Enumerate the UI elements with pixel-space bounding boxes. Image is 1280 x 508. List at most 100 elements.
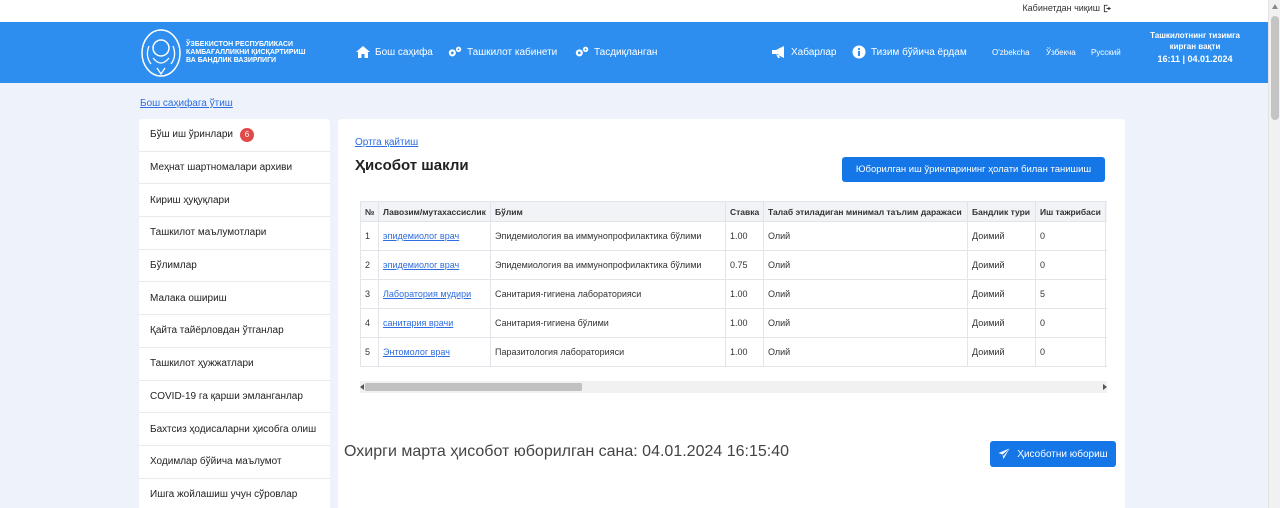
review-status-button[interactable]: Юборилган иш ўринларининг ҳолати билан т… xyxy=(842,157,1105,182)
cell-experience: 0 xyxy=(1035,308,1106,338)
sidebar-item-label: COVID-19 га қарши эмланганлар xyxy=(150,390,303,402)
logout-icon xyxy=(1103,4,1112,12)
send-report-button[interactable]: Ҳисоботни юбориш xyxy=(990,441,1116,467)
sidebar-item-org-info[interactable]: Ташкилот маълумотлари xyxy=(139,217,330,250)
nav-help[interactable]: Тизим бўйича ёрдам xyxy=(851,45,967,59)
vacancies-table-container: № Лавозим/мутахассислик Бўлим Ставка Тал… xyxy=(360,201,1107,371)
sidebar-item-departments[interactable]: Бўлимлар xyxy=(139,250,330,283)
col-header-education: Талаб этиладиган минимал таълим даражаси xyxy=(763,201,968,222)
table-row: 2 эпидемиолог врач Эпидемиология ва имму… xyxy=(360,250,1107,280)
back-link[interactable]: Ортга қайтиш xyxy=(355,137,418,148)
lang-russian[interactable]: Русский xyxy=(1091,48,1121,57)
sidebar-item-qualification[interactable]: Малака ошириш xyxy=(139,282,330,316)
sidebar-item-label: Кириш ҳуқуқлари xyxy=(150,194,230,206)
sidebar-item-label: Бўлимлар xyxy=(150,260,197,272)
vacancies-table: № Лавозим/мутахассислик Бўлим Ставка Тал… xyxy=(360,201,1107,367)
cell-employment-type: Доимий xyxy=(967,308,1036,338)
sidebar-item-contracts-archive[interactable]: Меҳнат шартномалари архиви xyxy=(139,152,330,185)
nav-home[interactable]: Бош саҳифа xyxy=(355,45,433,59)
sidebar-item-label: Ишга жойлашиш учун сўровлар xyxy=(150,488,298,500)
cell-number: 4 xyxy=(360,308,379,338)
sidebar-item-covid-vaccinated[interactable]: COVID-19 га қарши эмланганлар xyxy=(139,381,330,414)
sidebar-item-label: Қайта тайёрловдан ўтганлар xyxy=(150,325,284,337)
col-header-experience: Иш тажрибаси xyxy=(1035,201,1106,222)
nav-news-label: Хабарлар xyxy=(791,46,837,58)
lang-uz-cyrillic[interactable]: Ўзбекча xyxy=(1046,48,1076,57)
cell-position-link[interactable]: Энтомолог врач xyxy=(378,337,491,367)
cell-position-link[interactable]: Лаборатория мудири xyxy=(378,279,491,309)
scrollbar-thumb[interactable] xyxy=(1271,16,1279,120)
cell-education: Олий xyxy=(763,279,968,309)
cell-position-link[interactable]: санитария врачи xyxy=(378,308,491,338)
nav-org-cabinet[interactable]: Ташкилот кабинети xyxy=(447,45,557,59)
sidebar-item-org-documents[interactable]: Ташкилот ҳужжатлари xyxy=(139,348,330,381)
cell-number: 2 xyxy=(360,250,379,280)
cell-number: 1 xyxy=(360,221,379,251)
top-strip: Кабинетдан чиқиш xyxy=(0,0,1268,22)
nav-approved[interactable]: Тасдиқланган xyxy=(574,45,657,59)
cell-number: 5 xyxy=(360,337,379,367)
home-icon xyxy=(356,46,370,58)
page-title: Ҳисобот шакли xyxy=(355,157,469,174)
header: ЎЗБЕКИСТОН РЕСПУБЛИКАСИ КАМБАҒАЛЛИКНИ ҚИ… xyxy=(0,22,1268,83)
cell-rate: 1.00 xyxy=(725,337,764,367)
table-row: 1 эпидемиолог врач Эпидемиология ва имму… xyxy=(360,221,1107,251)
sidebar-item-employee-info[interactable]: Ходимлар бўйича маълумот xyxy=(139,446,330,479)
login-time-label: Ташкилотнинг тизимга кирган вақти xyxy=(1150,31,1240,51)
scroll-right-arrow-icon[interactable] xyxy=(1103,384,1107,390)
cell-department: Эпидемиология ва иммунопрофилактика бўли… xyxy=(490,250,726,280)
cell-truncated xyxy=(1105,221,1107,251)
col-header-truncated: Т xyxy=(1105,201,1107,222)
table-header-row: № Лавозим/мутахассислик Бўлим Ставка Тал… xyxy=(360,201,1107,222)
vacancies-count-badge: 6 xyxy=(239,127,254,142)
back-home-link[interactable]: Бош саҳифага ўтиш xyxy=(140,98,233,109)
cell-position-link[interactable]: эпидемиолог врач xyxy=(378,250,491,280)
paper-plane-icon xyxy=(998,448,1010,459)
send-report-label: Ҳисоботни юбориш xyxy=(1017,448,1108,460)
emblem-logo[interactable] xyxy=(139,28,183,78)
login-time: Ташкилотнинг тизимга кирган вақти 16:11 … xyxy=(1145,30,1245,65)
sidebar-item-vacancies[interactable]: Бўш иш ўринлари 6 xyxy=(139,119,330,152)
cell-department: Санитария-гигиена лабораторияси xyxy=(490,279,726,309)
cell-rate: 1.00 xyxy=(725,279,764,309)
cell-education: Олий xyxy=(763,250,968,280)
sidebar-item-label: Ташкилот ҳужжатлари xyxy=(150,358,254,370)
nav-help-label: Тизим бўйича ёрдам xyxy=(871,46,967,58)
cell-education: Олий xyxy=(763,337,968,367)
col-header-position: Лавозим/мутахассислик xyxy=(378,201,491,222)
cell-number: 3 xyxy=(360,279,379,309)
nav-org-cabinet-label: Ташкилот кабинети xyxy=(467,46,558,58)
horizontal-scrollbar-thumb[interactable] xyxy=(365,383,582,391)
sidebar-item-retrained[interactable]: Қайта тайёрловдан ўтганлар xyxy=(139,315,330,348)
sidebar-item-accidents[interactable]: Бахтсиз ҳодисаларни ҳисобга олиш xyxy=(139,413,330,446)
cell-position-link[interactable]: эпидемиолог врач xyxy=(378,221,491,251)
page-scrollbar[interactable] xyxy=(1268,0,1280,508)
cell-experience: 0 xyxy=(1035,337,1106,367)
cell-truncated xyxy=(1105,250,1107,280)
cell-rate: 1.00 xyxy=(725,308,764,338)
cell-education: Олий xyxy=(763,308,968,338)
ministry-name: ЎЗБЕКИСТОН РЕСПУБЛИКАСИ КАМБАҒАЛЛИКНИ ҚИ… xyxy=(186,41,306,64)
cell-employment-type: Доимий xyxy=(967,337,1036,367)
cell-truncated xyxy=(1105,279,1107,309)
scroll-left-arrow-icon[interactable] xyxy=(360,384,364,390)
cell-experience: 5 xyxy=(1035,279,1106,309)
logout-link[interactable]: Кабинетдан чиқиш xyxy=(1022,3,1112,13)
sidebar-item-label: Бахтсиз ҳодисаларни ҳисобга олиш xyxy=(150,423,317,435)
table-row: 3 Лаборатория мудири Санитария-гигиена л… xyxy=(360,279,1107,309)
lang-uz-latin[interactable]: O'zbekcha xyxy=(992,48,1030,57)
cell-education: Олий xyxy=(763,221,968,251)
sidebar-item-job-requests[interactable]: Ишга жойлашиш учун сўровлар xyxy=(139,479,330,508)
nav-approved-label: Тасдиқланган xyxy=(594,46,658,58)
cell-employment-type: Доимий xyxy=(967,250,1036,280)
table-row: 5 Энтомолог врач Паразитология лаборатор… xyxy=(360,337,1107,367)
cell-experience: 0 xyxy=(1035,250,1106,280)
nav-home-label: Бош саҳифа xyxy=(375,46,433,58)
table-horizontal-scrollbar[interactable] xyxy=(360,381,1107,393)
table-row: 4 санитария врачи Санитария-гигиена бўли… xyxy=(360,308,1107,338)
col-header-rate: Ставка xyxy=(725,201,764,222)
scroll-up-arrow-icon[interactable] xyxy=(1272,4,1278,9)
cell-employment-type: Доимий xyxy=(967,221,1036,251)
sidebar-item-access-rights[interactable]: Кириш ҳуқуқлари xyxy=(139,184,330,218)
nav-news[interactable]: Хабарлар xyxy=(771,45,836,59)
